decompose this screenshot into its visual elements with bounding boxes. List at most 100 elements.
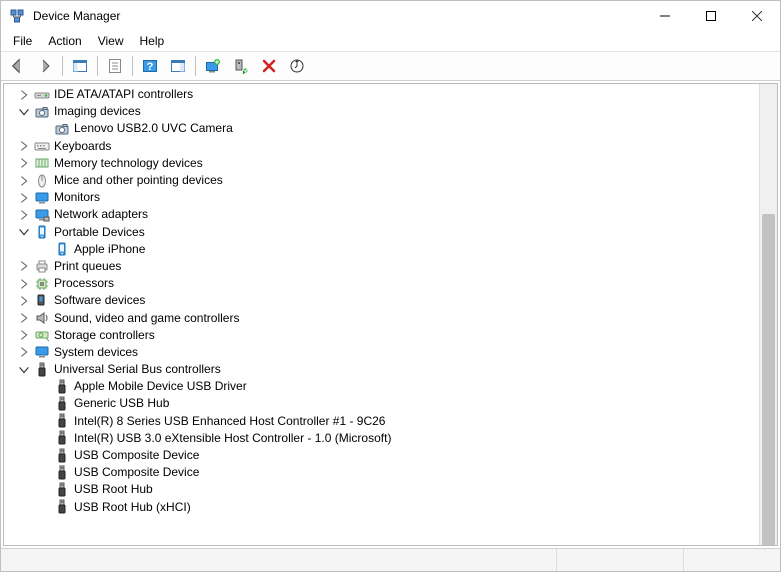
collapse-icon[interactable]	[16, 104, 32, 120]
tree-label: Keyboards	[54, 138, 111, 155]
tree-row[interactable]: USB Root Hub (xHCI)	[4, 499, 759, 516]
expand-icon[interactable]	[16, 276, 32, 292]
tree-label: Storage controllers	[54, 327, 155, 344]
back-button[interactable]	[4, 53, 30, 79]
vertical-scrollbar[interactable]	[759, 84, 777, 545]
memory-icon	[34, 155, 50, 171]
software-icon	[34, 293, 50, 309]
tree-label: Mice and other pointing devices	[54, 172, 223, 189]
tree-label: USB Composite Device	[74, 464, 199, 481]
tree-row[interactable]: Software devices	[4, 292, 759, 309]
expand-icon[interactable]	[16, 258, 32, 274]
usb-icon	[54, 379, 70, 395]
tree-label: Monitors	[54, 189, 100, 206]
tree-row[interactable]: Processors	[4, 275, 759, 292]
expand-icon[interactable]	[16, 155, 32, 171]
tree-row[interactable]: USB Composite Device	[4, 447, 759, 464]
scrollbar-thumb[interactable]	[762, 214, 775, 546]
menu-help[interactable]: Help	[132, 33, 173, 49]
menu-bar: File Action View Help	[1, 31, 780, 52]
tree-label: IDE ATA/ATAPI controllers	[54, 86, 193, 103]
tree-row[interactable]: USB Composite Device	[4, 464, 759, 481]
usb-icon	[54, 499, 70, 515]
update-driver-button[interactable]	[200, 53, 226, 79]
menu-action[interactable]: Action	[40, 33, 89, 49]
expand-icon[interactable]	[16, 293, 32, 309]
tree-row[interactable]: Lenovo USB2.0 UVC Camera	[4, 120, 759, 137]
tree-row[interactable]: IDE ATA/ATAPI controllers	[4, 86, 759, 103]
twisty-spacer	[36, 241, 52, 257]
scan-hardware-button[interactable]	[284, 53, 310, 79]
tree-label: System devices	[54, 344, 138, 361]
sound-icon	[34, 310, 50, 326]
tree-row[interactable]: Portable Devices	[4, 224, 759, 241]
twisty-spacer	[36, 448, 52, 464]
tree-row[interactable]: Keyboards	[4, 138, 759, 155]
usb-icon	[54, 396, 70, 412]
tree-row[interactable]: Network adapters	[4, 206, 759, 223]
camera-icon	[34, 104, 50, 120]
tree-row[interactable]: Apple iPhone	[4, 241, 759, 258]
action-pane-button[interactable]	[165, 53, 191, 79]
expand-icon[interactable]	[16, 87, 32, 103]
tree-label: Imaging devices	[54, 103, 141, 120]
twisty-spacer	[36, 121, 52, 137]
expand-icon[interactable]	[16, 190, 32, 206]
tree-row[interactable]: Print queues	[4, 258, 759, 275]
forward-button[interactable]	[32, 53, 58, 79]
window-title: Device Manager	[33, 9, 120, 23]
collapse-icon[interactable]	[16, 224, 32, 240]
tree-row[interactable]: Generic USB Hub	[4, 395, 759, 412]
expand-icon[interactable]	[16, 138, 32, 154]
expand-icon[interactable]	[16, 327, 32, 343]
tree-label: Universal Serial Bus controllers	[54, 361, 221, 378]
client-area: IDE ATA/ATAPI controllersImaging devices…	[3, 83, 778, 546]
properties-button[interactable]	[102, 53, 128, 79]
enable-device-button[interactable]	[228, 53, 254, 79]
tree-row[interactable]: USB Root Hub	[4, 481, 759, 498]
toolbar-separator	[97, 56, 98, 76]
monitor-icon	[34, 190, 50, 206]
tree-label: Software devices	[54, 292, 145, 309]
app-icon	[9, 8, 25, 24]
tree-label: Network adapters	[54, 206, 148, 223]
help-button[interactable]: ?	[137, 53, 163, 79]
menu-file[interactable]: File	[5, 33, 40, 49]
tree-label: USB Root Hub (xHCI)	[74, 499, 191, 516]
tree-row[interactable]: Universal Serial Bus controllers	[4, 361, 759, 378]
tree-row[interactable]: System devices	[4, 344, 759, 361]
cpu-icon	[34, 276, 50, 292]
collapse-icon[interactable]	[16, 362, 32, 378]
usb-icon	[54, 448, 70, 464]
tree-row[interactable]: Intel(R) USB 3.0 eXtensible Host Control…	[4, 430, 759, 447]
tree-row[interactable]: Mice and other pointing devices	[4, 172, 759, 189]
maximize-button[interactable]	[688, 1, 734, 31]
expand-icon[interactable]	[16, 173, 32, 189]
portable-icon	[54, 241, 70, 257]
tree-row[interactable]: Monitors	[4, 189, 759, 206]
status-bar	[1, 548, 780, 571]
expand-icon[interactable]	[16, 207, 32, 223]
uninstall-device-button[interactable]	[256, 53, 282, 79]
tree-row[interactable]: Imaging devices	[4, 103, 759, 120]
tree-row[interactable]: Intel(R) 8 Series USB Enhanced Host Cont…	[4, 413, 759, 430]
tree-label: Apple iPhone	[74, 241, 145, 258]
close-button[interactable]	[734, 1, 780, 31]
expand-icon[interactable]	[16, 310, 32, 326]
minimize-button[interactable]	[642, 1, 688, 31]
portable-icon	[34, 224, 50, 240]
tree-row[interactable]: Apple Mobile Device USB Driver	[4, 378, 759, 395]
twisty-spacer	[36, 430, 52, 446]
status-cell	[1, 549, 557, 571]
tree-row[interactable]: Sound, video and game controllers	[4, 309, 759, 326]
usb-icon	[54, 465, 70, 481]
show-hide-console-tree-button[interactable]	[67, 53, 93, 79]
title-bar: Device Manager	[1, 1, 780, 31]
device-tree[interactable]: IDE ATA/ATAPI controllersImaging devices…	[4, 84, 759, 545]
storage-icon	[34, 327, 50, 343]
tree-label: USB Composite Device	[74, 447, 199, 464]
tree-row[interactable]: Memory technology devices	[4, 155, 759, 172]
tree-row[interactable]: Storage controllers	[4, 327, 759, 344]
expand-icon[interactable]	[16, 344, 32, 360]
menu-view[interactable]: View	[90, 33, 132, 49]
